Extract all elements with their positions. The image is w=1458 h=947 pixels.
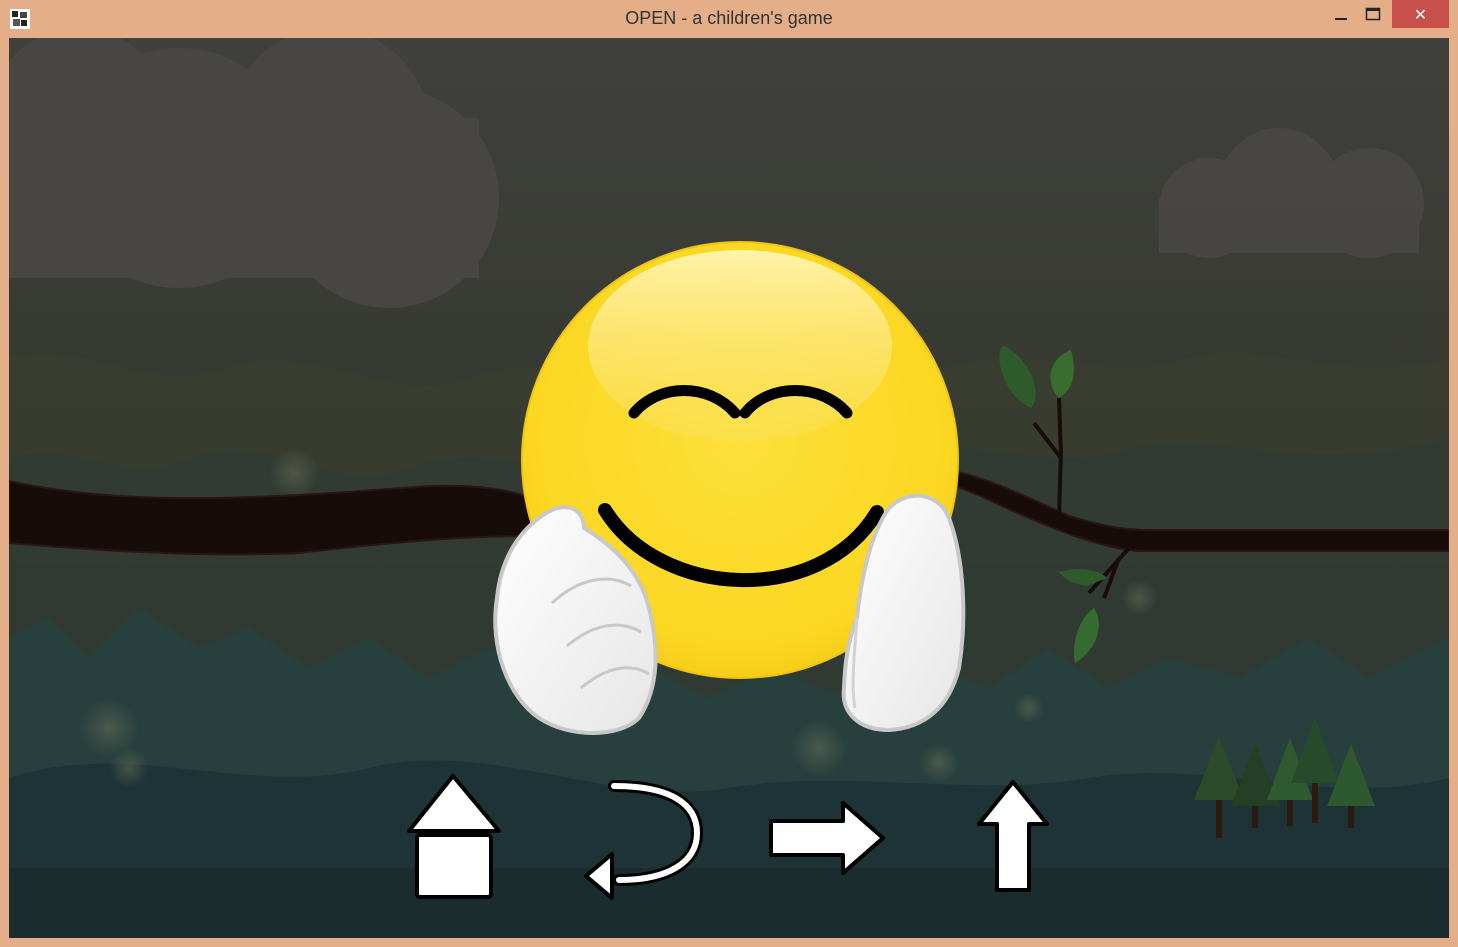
close-button[interactable]: ✕ (1392, 0, 1449, 28)
window-title: OPEN - a children's game (625, 8, 833, 28)
title-bar[interactable]: OPEN - a children's game ✕ (0, 0, 1458, 38)
app-window: OPEN - a children's game ✕ (0, 0, 1458, 947)
close-icon: ✕ (1413, 4, 1428, 24)
minimize-icon (1335, 18, 1347, 20)
game-canvas[interactable] (9, 38, 1449, 938)
maximize-icon (1365, 7, 1381, 21)
game-scene (9, 38, 1449, 938)
maximize-button[interactable] (1358, 0, 1388, 28)
minimize-button[interactable] (1326, 0, 1356, 28)
water (9, 868, 1449, 938)
